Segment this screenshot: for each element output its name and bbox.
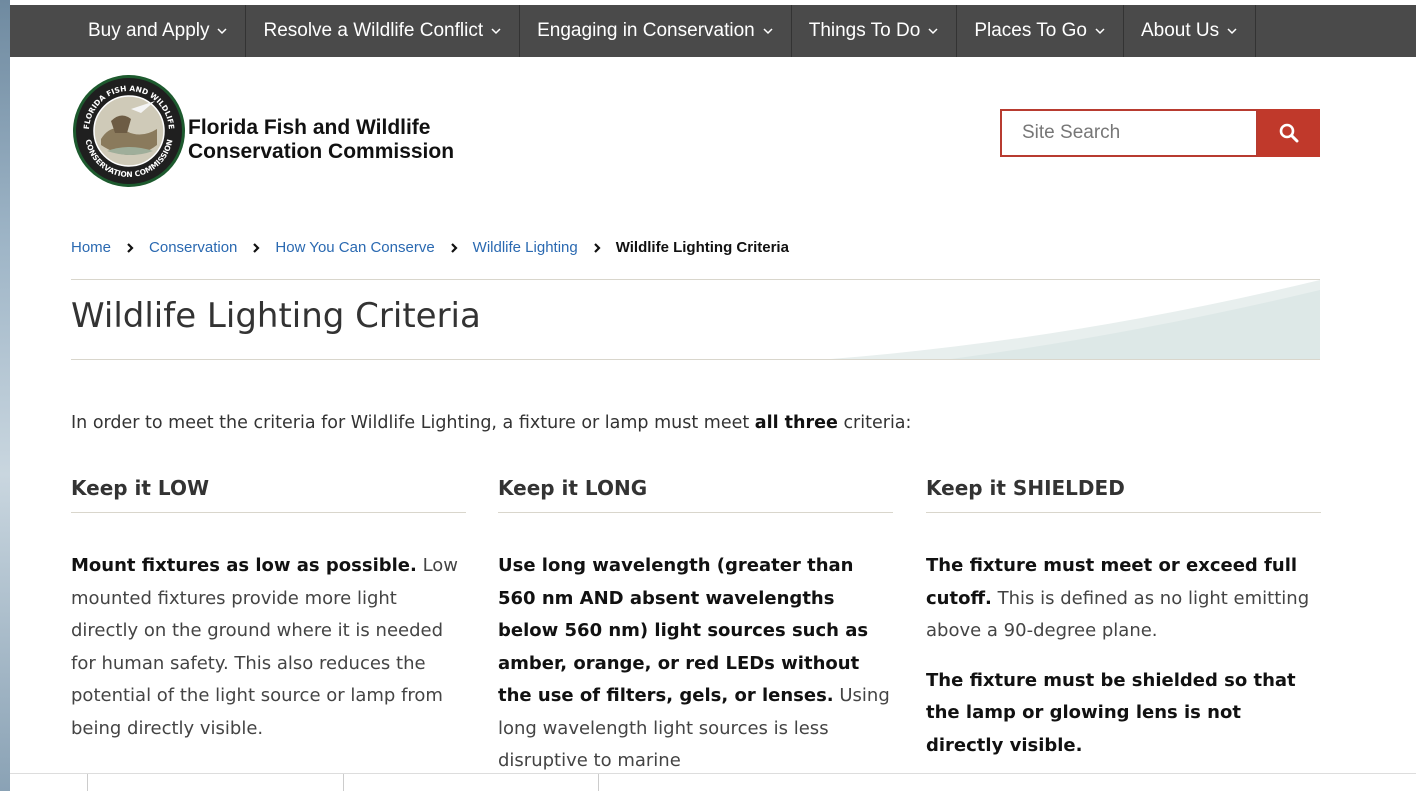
- divider: [87, 774, 88, 791]
- criteria-bold-text: Mount fixtures as low as possible.: [71, 555, 417, 576]
- bottom-bar: [10, 773, 1416, 791]
- org-name[interactable]: Florida Fish and Wildlife Conservation C…: [188, 116, 454, 164]
- breadcrumb-link-wildlife-lighting[interactable]: Wildlife Lighting: [473, 239, 578, 256]
- chevron-right-icon: [253, 242, 260, 253]
- top-nav: Buy and Apply Resolve a Wildlife Conflic…: [10, 5, 1416, 57]
- criteria-body: Use long wavelength (greater than 560 nm…: [498, 550, 893, 778]
- breadcrumb: Home Conservation How You Can Conserve W…: [71, 239, 789, 256]
- criteria-column-long: Keep it LONG Use long wavelength (greate…: [498, 476, 893, 778]
- search-icon: [1279, 123, 1299, 143]
- divider: [343, 774, 344, 791]
- intro-text: In order to meet the criteria for Wildli…: [71, 413, 911, 433]
- site-search: [1000, 109, 1320, 157]
- criteria-text: Low mounted fixtures provide more light …: [71, 555, 459, 739]
- page-title: Wildlife Lighting Criteria: [71, 296, 481, 336]
- nav-item-buy-and-apply[interactable]: Buy and Apply: [71, 5, 245, 57]
- criteria-heading: Keep it SHIELDED: [926, 476, 1321, 513]
- search-input[interactable]: [1000, 109, 1258, 157]
- chevron-down-icon: [491, 28, 501, 35]
- intro-pre: In order to meet the criteria for Wildli…: [71, 413, 755, 433]
- chevron-right-icon: [450, 242, 458, 253]
- chevron-down-icon: [217, 28, 228, 35]
- criteria-heading: Keep it LOW: [71, 476, 466, 513]
- criteria-bold-text-2: The fixture must be shielded so that the…: [926, 669, 1296, 756]
- chevron-down-icon: [1227, 28, 1237, 35]
- chevron-right-icon: [593, 242, 601, 253]
- nav-item-places-to-go[interactable]: Places To Go: [956, 5, 1123, 57]
- criteria-body: Mount fixtures as low as possible. Low m…: [71, 550, 466, 745]
- nav-item-label: About Us: [1140, 20, 1220, 41]
- chevron-right-icon: [127, 242, 134, 253]
- chevron-down-icon: [928, 28, 938, 35]
- nav-item-resolve-conflict[interactable]: Resolve a Wildlife Conflict: [245, 5, 519, 57]
- fwc-logo[interactable]: FLORIDA FISH AND WILDLIFE CONSERVATION C…: [71, 73, 187, 189]
- search-button[interactable]: [1258, 109, 1320, 157]
- criteria-column-shielded: Keep it SHIELDED The fixture must meet o…: [926, 476, 1321, 762]
- breadcrumb-link-home[interactable]: Home: [71, 239, 111, 256]
- breadcrumb-link-conservation[interactable]: Conservation: [149, 239, 237, 256]
- criteria-bold-text: Use long wavelength (greater than 560 nm…: [498, 555, 869, 706]
- criteria-column-low: Keep it LOW Mount fixtures as low as pos…: [71, 476, 466, 745]
- title-band: Wildlife Lighting Criteria: [71, 279, 1320, 360]
- chevron-down-icon: [763, 28, 773, 35]
- divider: [598, 774, 599, 791]
- nav-item-engaging-conservation[interactable]: Engaging in Conservation: [519, 5, 791, 57]
- nav-item-label: Buy and Apply: [88, 20, 210, 41]
- seal-icon: FLORIDA FISH AND WILDLIFE CONSERVATION C…: [73, 75, 185, 187]
- nav-item-label: Things To Do: [808, 20, 921, 41]
- intro-post: criteria:: [837, 413, 912, 433]
- nav-item-label: Places To Go: [974, 20, 1087, 41]
- criteria-body: The fixture must meet or exceed full cut…: [926, 550, 1321, 762]
- org-name-line1: Florida Fish and Wildlife: [188, 116, 431, 139]
- page: Buy and Apply Resolve a Wildlife Conflic…: [10, 0, 1416, 791]
- breadcrumb-current: Wildlife Lighting Criteria: [615, 239, 789, 256]
- breadcrumb-link-how-you-can-conserve[interactable]: How You Can Conserve: [275, 239, 434, 256]
- nav-item-label: Resolve a Wildlife Conflict: [263, 20, 484, 41]
- intro-bold: all three: [754, 413, 838, 433]
- nav-item-about-us[interactable]: About Us: [1122, 5, 1257, 57]
- nav-item-things-to-do[interactable]: Things To Do: [790, 5, 957, 57]
- criteria-heading: Keep it LONG: [498, 476, 893, 513]
- nav-item-label: Engaging in Conservation: [537, 20, 755, 41]
- org-name-line2: Conservation Commission: [188, 140, 455, 163]
- chevron-down-icon: [1095, 28, 1105, 35]
